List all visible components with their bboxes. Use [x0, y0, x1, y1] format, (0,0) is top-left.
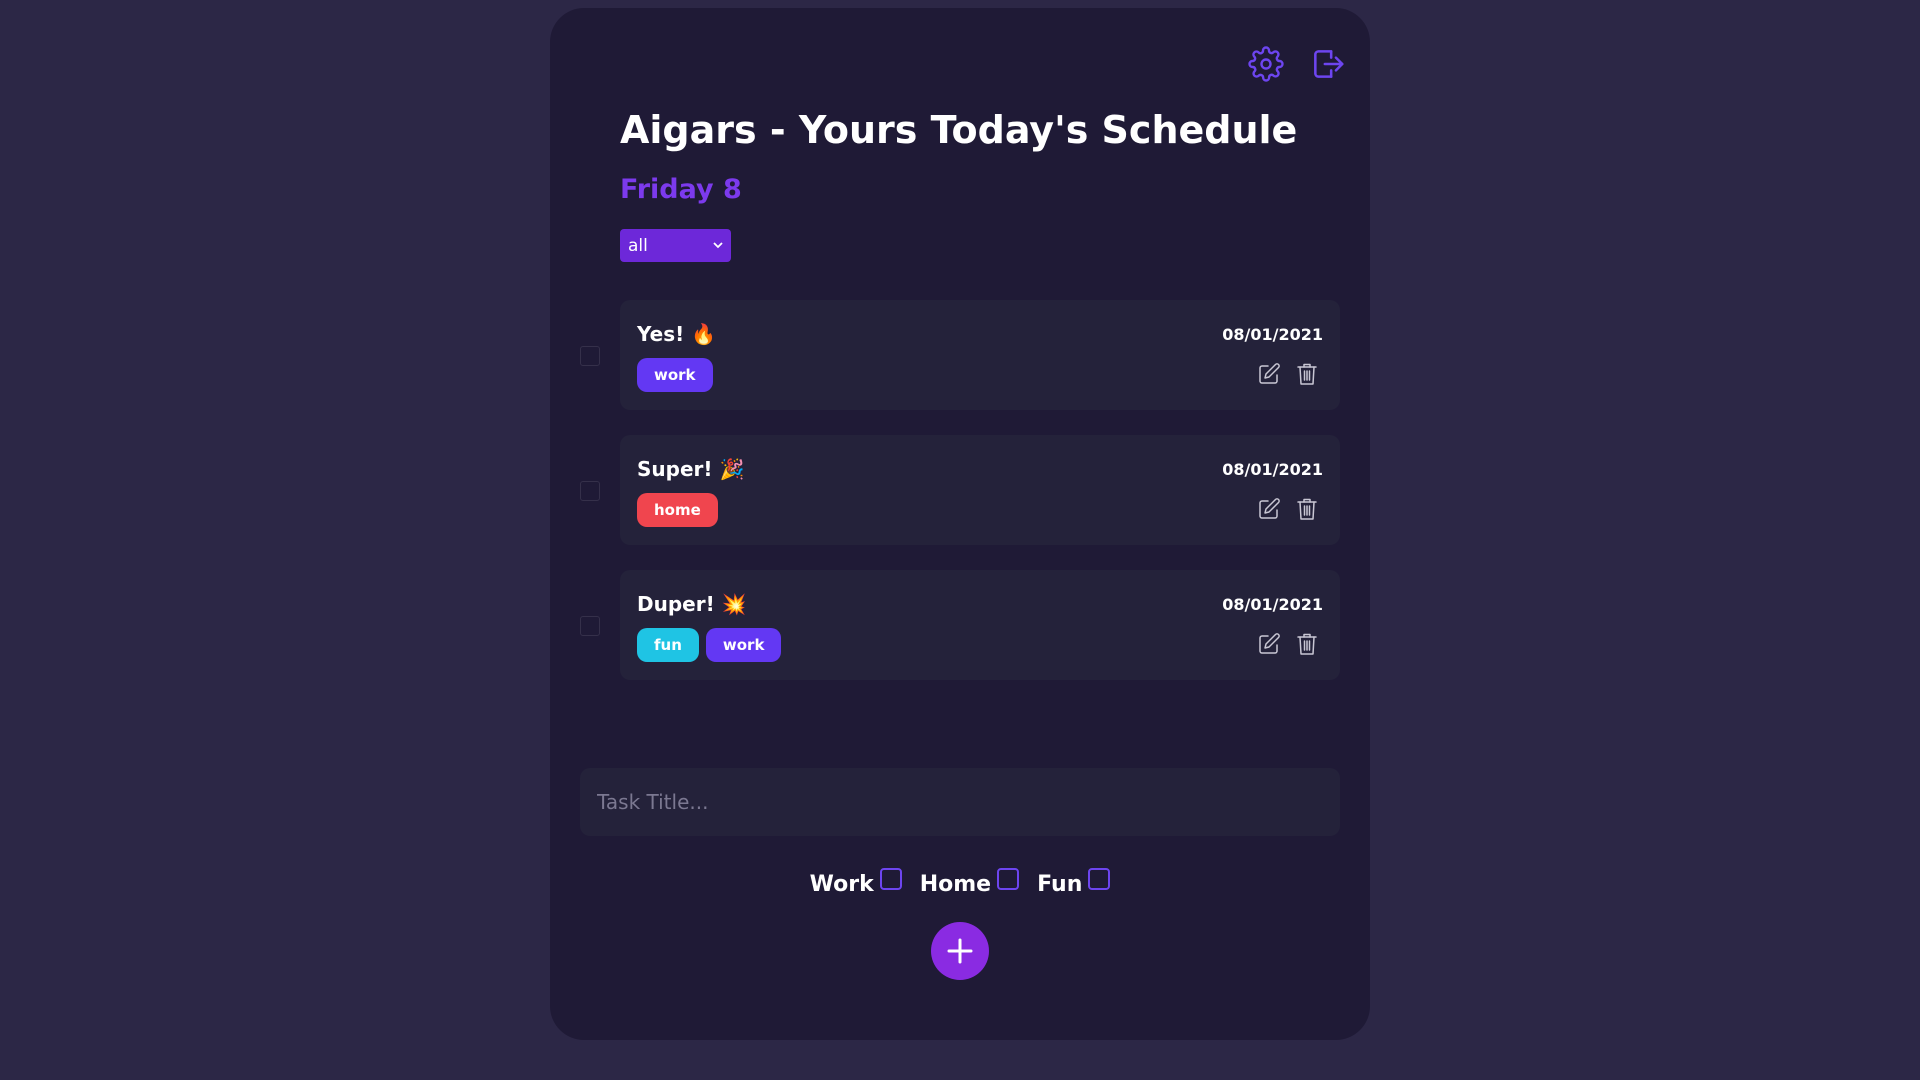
task-actions — [1256, 361, 1320, 387]
task-tags: fun work — [637, 628, 782, 662]
add-task-button[interactable] — [931, 922, 989, 980]
task-complete-checkbox[interactable] — [580, 616, 600, 636]
page-title: Aigars - Yours Today's Schedule — [620, 108, 1298, 152]
settings-button[interactable] — [1246, 44, 1286, 84]
edit-icon — [1259, 498, 1280, 519]
task-row: Duper! 💥 08/01/2021 fun work — [550, 570, 1370, 680]
task-title-input[interactable] — [580, 768, 1340, 836]
task-complete-checkbox[interactable] — [580, 481, 600, 501]
tag-work: work — [637, 358, 713, 392]
task-tags: work — [637, 358, 713, 392]
category-fun[interactable]: Fun — [1037, 868, 1111, 897]
edit-icon — [1259, 363, 1280, 384]
task-row: Yes! 🔥 08/01/2021 work — [550, 300, 1370, 410]
task-actions — [1256, 496, 1320, 522]
task-date: 08/01/2021 — [1222, 460, 1323, 479]
delete-task-button[interactable] — [1294, 361, 1320, 387]
delete-task-button[interactable] — [1294, 496, 1320, 522]
task-card: Super! 🎉 08/01/2021 home — [620, 435, 1340, 545]
category-fun-checkbox[interactable] — [1088, 868, 1111, 890]
date-heading: Friday 8 — [620, 174, 742, 205]
task-complete-checkbox[interactable] — [580, 346, 600, 366]
trash-icon — [1297, 498, 1317, 520]
schedule-card: Aigars - Yours Today's Schedule Friday 8… — [550, 8, 1370, 1040]
edit-icon — [1259, 633, 1280, 654]
category-work-label: Work — [809, 872, 874, 897]
tag-fun: fun — [637, 628, 699, 662]
category-fun-label: Fun — [1037, 872, 1083, 897]
task-actions — [1256, 631, 1320, 657]
category-home-label: Home — [919, 872, 992, 897]
category-work-checkbox[interactable] — [879, 868, 902, 890]
gear-icon — [1248, 46, 1284, 82]
task-title: Super! 🎉 — [637, 457, 745, 481]
tag-work: work — [705, 628, 782, 662]
task-tags: home — [637, 493, 718, 527]
tag-home: home — [637, 493, 718, 527]
task-date: 08/01/2021 — [1222, 595, 1323, 614]
trash-icon — [1297, 363, 1317, 385]
category-selector: Work Home Fun — [550, 868, 1370, 897]
category-filter-select[interactable]: all — [620, 229, 731, 262]
category-home-checkbox[interactable] — [997, 868, 1020, 890]
trash-icon — [1297, 633, 1317, 655]
task-row: Super! 🎉 08/01/2021 home — [550, 435, 1370, 545]
delete-task-button[interactable] — [1294, 631, 1320, 657]
task-list: Yes! 🔥 08/01/2021 work Super! 🎉 08/01/20… — [550, 300, 1370, 705]
task-card: Yes! 🔥 08/01/2021 work — [620, 300, 1340, 410]
edit-task-button[interactable] — [1256, 496, 1282, 522]
task-date: 08/01/2021 — [1222, 325, 1323, 344]
task-card: Duper! 💥 08/01/2021 fun work — [620, 570, 1340, 680]
logout-button[interactable] — [1308, 44, 1348, 84]
category-home[interactable]: Home — [919, 868, 1020, 897]
task-title: Duper! 💥 — [637, 592, 747, 616]
top-icons — [1246, 44, 1348, 84]
edit-task-button[interactable] — [1256, 361, 1282, 387]
category-work[interactable]: Work — [810, 868, 902, 897]
sign-out-icon — [1314, 50, 1344, 78]
plus-icon — [947, 938, 973, 964]
task-title: Yes! 🔥 — [637, 322, 717, 346]
edit-task-button[interactable] — [1256, 631, 1282, 657]
